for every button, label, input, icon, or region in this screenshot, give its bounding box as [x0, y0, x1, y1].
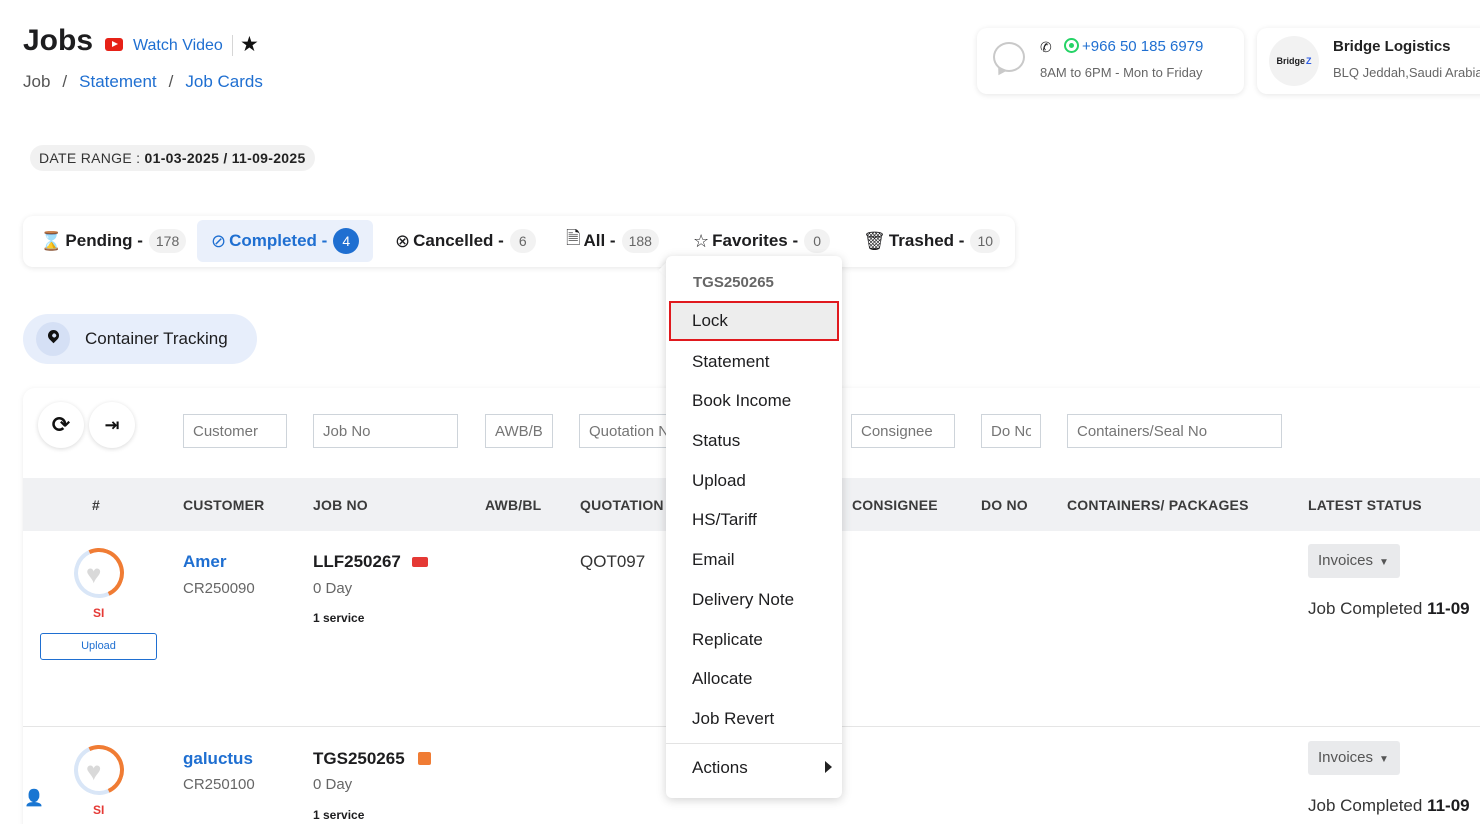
do-no-filter-input[interactable] [981, 414, 1041, 448]
menu-item-statement[interactable]: Statement [666, 342, 842, 382]
company-logo: Bridge Z [1269, 36, 1319, 86]
divider [232, 35, 233, 56]
check-circle-icon: ⊘ [211, 230, 227, 251]
tab-all[interactable]: 🗎 All -188 [566, 220, 659, 262]
support-contact-card: ✆ +966 50 185 6979 8AM to 6PM - Mon to F… [977, 28, 1244, 94]
x-circle-icon: ⊗ [395, 230, 411, 251]
consignee-filter-input[interactable] [851, 414, 955, 448]
phone-icon: ✆ [1040, 39, 1052, 55]
latest-status: Job Completed 11-09 [1308, 796, 1470, 815]
upload-button[interactable]: Upload [40, 633, 157, 660]
col-consignee[interactable]: CONSIGNEE [852, 497, 938, 513]
watch-video-link[interactable]: Watch Video [133, 37, 223, 55]
tab-trashed[interactable]: 🗑 Trashed -10 [863, 220, 1001, 262]
menu-title: TGS250265 [693, 274, 774, 291]
menu-item-hs-tariff[interactable]: HS/Tariff [666, 500, 842, 540]
export-icon[interactable]: ⇥ [89, 402, 135, 448]
service-count: 1 service [313, 808, 365, 822]
star-icon: ☆ [693, 230, 710, 251]
col-do-no[interactable]: DO NO [981, 497, 1028, 513]
truck-icon [412, 557, 428, 567]
quotation-value: QOT097 [580, 552, 646, 571]
refresh-icon[interactable]: ⟳ [38, 402, 84, 448]
company-name: Bridge Logistics [1333, 38, 1451, 55]
heart-icon[interactable]: ♥ [86, 559, 101, 590]
col-index: # [92, 497, 100, 513]
tab-count: 178 [148, 229, 187, 253]
menu-item-allocate[interactable]: Allocate [666, 659, 842, 699]
menu-item-lock[interactable]: Lock [669, 301, 839, 341]
tab-count: 0 [804, 229, 831, 253]
package-icon [418, 752, 431, 765]
customer-code: CR250100 [183, 776, 255, 793]
hourglass-icon: ⌛ [40, 230, 63, 251]
container-tracking-button[interactable]: Container Tracking [23, 314, 257, 364]
customer-link[interactable]: galuctus [183, 749, 253, 769]
menu-item-actions[interactable]: Actions [666, 748, 842, 788]
breadcrumb-job: Job [23, 72, 51, 91]
caret-right-icon [825, 761, 832, 773]
col-customer[interactable]: CUSTOMER [183, 497, 264, 513]
caret-down-icon: ▼ [1379, 557, 1389, 568]
tab-count: 4 [333, 228, 360, 254]
breadcrumb: Job / Statement / Job Cards [23, 72, 263, 91]
tab-cancelled[interactable]: ⊗ Cancelled -6 [395, 220, 536, 262]
quotation-filter-input[interactable] [579, 414, 679, 448]
menu-item-delivery-note[interactable]: Delivery Note [666, 580, 842, 620]
col-awb[interactable]: AWB/BL [485, 497, 541, 513]
job-days: 0 Day [313, 776, 353, 793]
containers-filter-input[interactable] [1067, 414, 1282, 448]
document-icon: 🗎 [566, 228, 581, 248]
status-tabs: ⌛ Pending -178 ⊘ Completed -4 ⊗ Cancelled -… [23, 216, 1015, 267]
col-containers[interactable]: CONTAINERS/ PACKAGES [1067, 497, 1249, 513]
company-card[interactable]: Bridge Z Bridge Logistics BLQ Jeddah,Saud… [1257, 28, 1480, 94]
col-latest-status[interactable]: LATEST STATUS [1308, 497, 1422, 513]
tab-pending[interactable]: ⌛ Pending -178 [40, 220, 187, 262]
heart-icon[interactable]: ♥ [86, 756, 101, 787]
service-count: 1 service [313, 611, 365, 625]
job-days: 0 Day [313, 580, 353, 597]
job-no[interactable]: TGS250265 [313, 749, 405, 769]
awb-filter-input[interactable] [485, 414, 553, 448]
tab-completed[interactable]: ⊘ Completed -4 [197, 220, 374, 262]
page-title: Jobs [23, 24, 94, 57]
status-badge: SI [93, 606, 105, 620]
menu-item-status[interactable]: Status [666, 421, 842, 461]
company-location: BLQ Jeddah,Saudi Arabia [1333, 65, 1480, 80]
tab-count: 188 [621, 229, 659, 253]
breadcrumb-statement[interactable]: Statement [79, 72, 157, 91]
favorite-star-icon[interactable]: ★ [240, 34, 259, 55]
menu-divider [666, 743, 842, 744]
menu-item-job-revert[interactable]: Job Revert [666, 699, 842, 739]
youtube-icon[interactable] [105, 38, 123, 51]
job-context-menu: TGS250265 Lock Statement Book Income Sta… [666, 256, 842, 798]
trash-icon: 🗑 [863, 230, 886, 251]
invoices-dropdown[interactable]: Invoices ▼ [1308, 741, 1400, 775]
status-badge: SI [93, 803, 105, 817]
support-phone[interactable]: +966 50 185 6979 [1082, 38, 1203, 55]
customer-link[interactable]: Amer [183, 552, 226, 572]
support-hours: 8AM to 6PM - Mon to Friday [1040, 65, 1203, 80]
tab-count: 6 [509, 229, 536, 253]
customer-code: CR250090 [183, 580, 255, 597]
tab-count: 10 [970, 229, 1001, 253]
job-no-filter-input[interactable] [313, 414, 458, 448]
chat-bubble-icon [993, 42, 1025, 72]
caret-down-icon: ▼ [1379, 754, 1389, 765]
whatsapp-icon [1064, 38, 1079, 53]
menu-item-email[interactable]: Email [666, 540, 842, 580]
menu-item-upload[interactable]: Upload [666, 461, 842, 501]
date-range-badge[interactable]: DATE RANGE : 01-03-2025 / 11-09-2025 [30, 145, 315, 171]
menu-item-replicate[interactable]: Replicate [666, 620, 842, 660]
col-job-no[interactable]: JOB NO [313, 497, 368, 513]
customer-filter-input[interactable] [183, 414, 287, 448]
menu-item-book-income[interactable]: Book Income [666, 381, 842, 421]
user-icon[interactable]: 👤 [24, 788, 44, 808]
latest-status: Job Completed 11-09 [1308, 599, 1470, 618]
location-pin-icon [36, 322, 70, 356]
col-quotation[interactable]: QUOTATION [580, 497, 664, 513]
breadcrumb-job-cards[interactable]: Job Cards [185, 72, 262, 91]
invoices-dropdown[interactable]: Invoices ▼ [1308, 544, 1400, 578]
job-no[interactable]: LLF250267 [313, 552, 401, 572]
